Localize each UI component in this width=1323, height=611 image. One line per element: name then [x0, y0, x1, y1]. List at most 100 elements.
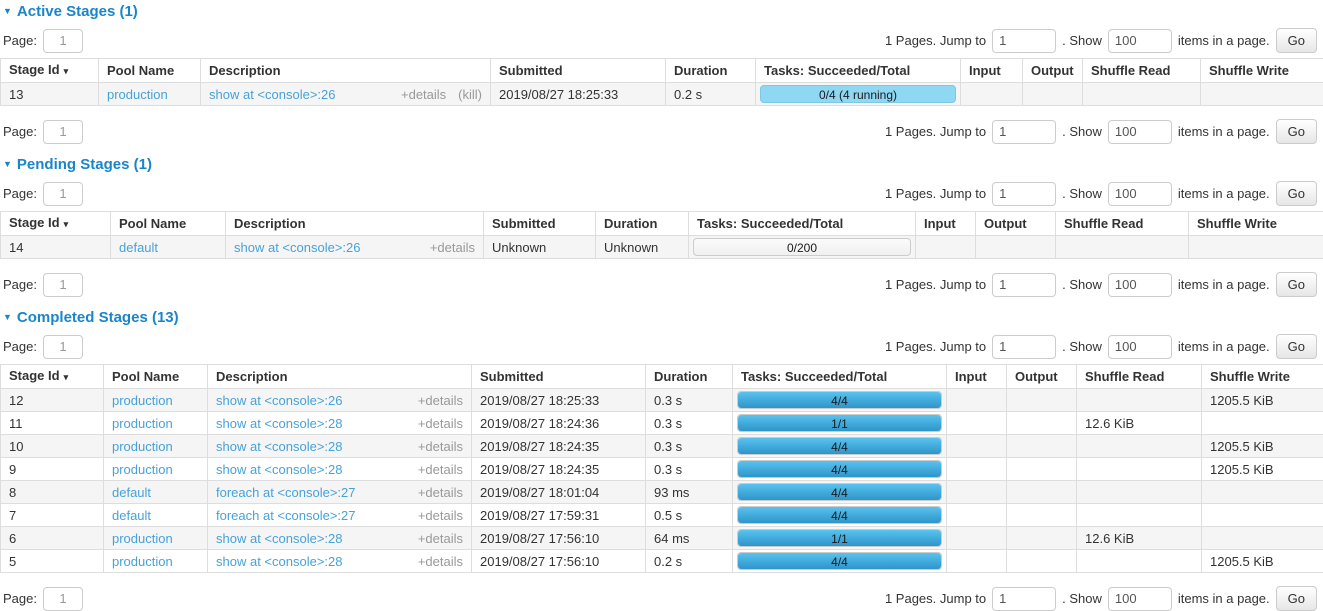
go-button[interactable]: Go — [1276, 586, 1317, 611]
details-toggle[interactable]: +details — [418, 553, 463, 570]
go-button[interactable]: Go — [1276, 272, 1317, 297]
description-link[interactable]: foreach at <console>:27 — [216, 507, 356, 524]
column-header[interactable]: Pool Name — [99, 59, 201, 83]
column-header[interactable]: Tasks: Succeeded/Total — [733, 365, 947, 389]
pool-name-link[interactable]: production — [112, 462, 173, 477]
input-cell — [947, 389, 1007, 412]
details-toggle[interactable]: +details — [401, 86, 446, 103]
description-actions: +details — [418, 553, 463, 570]
show-count-input[interactable] — [1108, 29, 1172, 53]
column-header[interactable]: Description — [201, 59, 491, 83]
column-header[interactable]: Shuffle Write — [1202, 365, 1323, 389]
show-count-input[interactable] — [1108, 273, 1172, 297]
column-header[interactable]: Tasks: Succeeded/Total — [756, 59, 961, 83]
table-row: 11productionshow at <console>:28+details… — [1, 412, 1323, 435]
details-toggle[interactable]: +details — [418, 438, 463, 455]
column-header[interactable]: Duration — [646, 365, 733, 389]
pool-name-link[interactable]: production — [112, 416, 173, 431]
page-number-input[interactable] — [43, 335, 83, 359]
details-toggle[interactable]: +details — [418, 461, 463, 478]
description-link[interactable]: show at <console>:28 — [216, 461, 342, 478]
page-number-input[interactable] — [43, 273, 83, 297]
column-header[interactable]: Input — [916, 212, 976, 236]
details-toggle[interactable]: +details — [418, 392, 463, 409]
column-header[interactable]: Submitted — [472, 365, 646, 389]
column-header[interactable]: Stage Id▾ — [1, 212, 111, 236]
column-header[interactable]: Stage Id▾ — [1, 365, 104, 389]
shuffle-write-cell — [1202, 481, 1323, 504]
details-toggle[interactable]: +details — [418, 415, 463, 432]
column-header[interactable]: Tasks: Succeeded/Total — [689, 212, 916, 236]
description-link[interactable]: show at <console>:28 — [216, 415, 342, 432]
show-count-input[interactable] — [1108, 335, 1172, 359]
page-number-input[interactable] — [43, 182, 83, 206]
pool-name-link[interactable]: production — [112, 554, 173, 569]
pool-name-link[interactable]: production — [112, 393, 173, 408]
description-link[interactable]: show at <console>:26 — [216, 392, 342, 409]
column-header[interactable]: Shuffle Read — [1077, 365, 1202, 389]
description-cell: show at <console>:26 +details (kill) — [201, 83, 491, 106]
column-header[interactable]: Pool Name — [104, 365, 208, 389]
pagination-controls: 1 Pages. Jump to . Show items in a page.… — [885, 272, 1317, 297]
section-title[interactable]: ▼Pending Stages (1) — [3, 156, 1323, 173]
description-link[interactable]: show at <console>:26 — [234, 239, 360, 256]
output-cell — [1007, 412, 1077, 435]
column-header[interactable]: Shuffle Write — [1201, 59, 1323, 83]
column-header[interactable]: Shuffle Write — [1189, 212, 1323, 236]
details-toggle[interactable]: +details — [418, 530, 463, 547]
jump-to-input[interactable] — [992, 335, 1056, 359]
pool-name-cell: production — [104, 550, 208, 573]
kill-link[interactable]: (kill) — [458, 86, 482, 103]
section-title[interactable]: ▼Completed Stages (13) — [3, 309, 1323, 326]
details-toggle[interactable]: +details — [418, 484, 463, 501]
go-button[interactable]: Go — [1276, 181, 1317, 206]
column-header[interactable]: Stage Id▾ — [1, 59, 99, 83]
pool-name-link[interactable]: production — [112, 531, 173, 546]
description-link[interactable]: show at <console>:28 — [216, 438, 342, 455]
column-header[interactable]: Shuffle Read — [1083, 59, 1201, 83]
jump-to-input[interactable] — [992, 182, 1056, 206]
shuffle-write-cell: 1205.5 KiB — [1202, 458, 1323, 481]
page-number-input[interactable] — [43, 587, 83, 611]
description-link[interactable]: show at <console>:28 — [216, 530, 342, 547]
column-header[interactable]: Output — [1007, 365, 1077, 389]
go-button[interactable]: Go — [1276, 119, 1317, 144]
pool-name-link[interactable]: default — [119, 240, 158, 255]
column-header[interactable]: Input — [947, 365, 1007, 389]
jump-to-input[interactable] — [992, 120, 1056, 144]
jump-to-input[interactable] — [992, 273, 1056, 297]
description-link[interactable]: show at <console>:28 — [216, 553, 342, 570]
pages-count-label: 1 Pages. Jump to — [885, 277, 986, 292]
show-count-input[interactable] — [1108, 587, 1172, 611]
column-header[interactable]: Duration — [596, 212, 689, 236]
details-toggle[interactable]: +details — [430, 239, 475, 256]
column-header[interactable]: Output — [976, 212, 1056, 236]
column-header[interactable]: Submitted — [491, 59, 666, 83]
show-count-input[interactable] — [1108, 120, 1172, 144]
description-link[interactable]: show at <console>:26 — [209, 86, 335, 103]
column-header[interactable]: Input — [961, 59, 1023, 83]
column-header[interactable]: Submitted — [484, 212, 596, 236]
tasks-progress-bar: 4/4 — [737, 460, 942, 478]
page-number-input[interactable] — [43, 120, 83, 144]
details-toggle[interactable]: +details — [418, 507, 463, 524]
section-title[interactable]: ▼Active Stages (1) — [3, 3, 1323, 20]
page-number-input[interactable] — [43, 29, 83, 53]
pool-name-link[interactable]: production — [112, 439, 173, 454]
pool-name-link[interactable]: production — [107, 87, 168, 102]
jump-to-input[interactable] — [992, 29, 1056, 53]
column-header[interactable]: Description — [226, 212, 484, 236]
column-header[interactable]: Pool Name — [111, 212, 226, 236]
stage-id-cell: 8 — [1, 481, 104, 504]
column-header[interactable]: Output — [1023, 59, 1083, 83]
pool-name-link[interactable]: default — [112, 508, 151, 523]
column-header[interactable]: Shuffle Read — [1056, 212, 1189, 236]
go-button[interactable]: Go — [1276, 334, 1317, 359]
pool-name-link[interactable]: default — [112, 485, 151, 500]
description-link[interactable]: foreach at <console>:27 — [216, 484, 356, 501]
column-header[interactable]: Duration — [666, 59, 756, 83]
show-count-input[interactable] — [1108, 182, 1172, 206]
column-header[interactable]: Description — [208, 365, 472, 389]
jump-to-input[interactable] — [992, 587, 1056, 611]
go-button[interactable]: Go — [1276, 28, 1317, 53]
